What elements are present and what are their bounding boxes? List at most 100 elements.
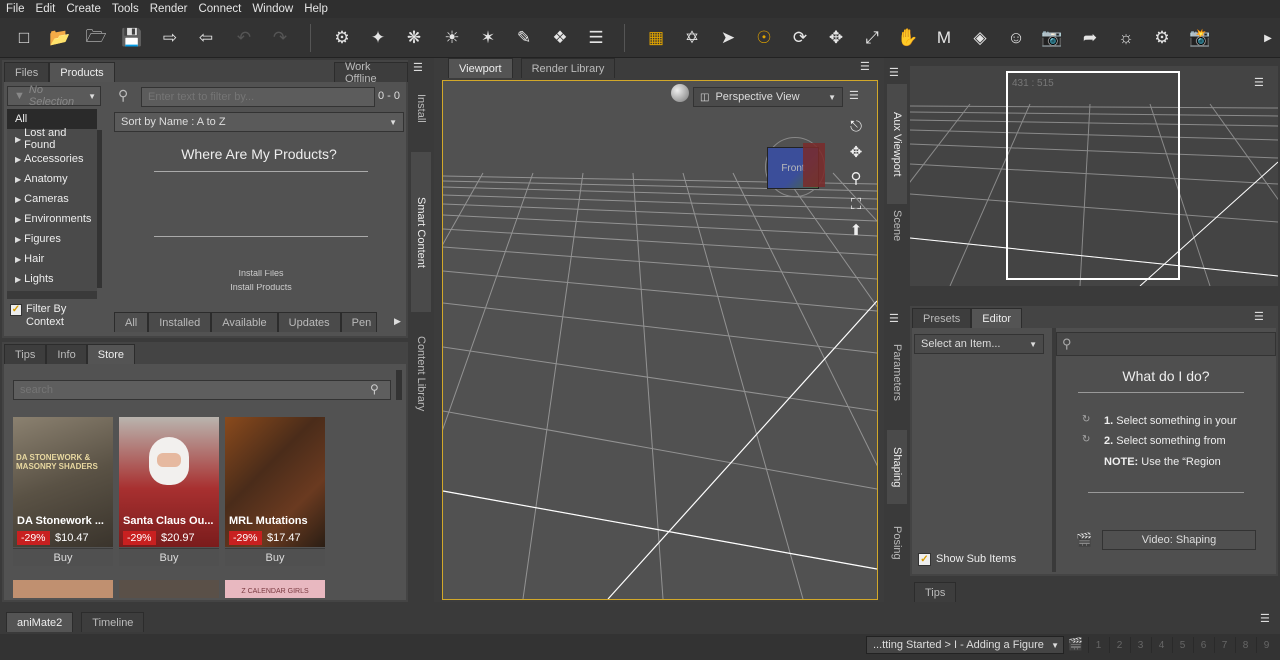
tab-aux-viewport[interactable]: Aux Viewport [887, 84, 907, 204]
tab-products[interactable]: Products [49, 62, 115, 82]
lesson-page-6[interactable]: 6 [1193, 637, 1213, 653]
sort-dropdown[interactable]: Sort by Name : A to Z ▼ [114, 112, 404, 132]
spot-light-icon[interactable]: ✶ [476, 26, 500, 50]
tab-viewport[interactable]: Viewport [448, 58, 513, 78]
menu-connect[interactable]: Connect [198, 3, 241, 15]
product-card[interactable]: MRL Mutations -29% $17.47 [225, 417, 325, 547]
product-card[interactable]: Santa Claus Ou... -29% $20.97 [119, 417, 219, 547]
panel-menu-icon[interactable]: ☰ [413, 61, 429, 75]
product-card[interactable]: DA STONEWORK & MASONRY SHADERS DA Stonew… [13, 417, 113, 547]
frame-icon[interactable]: ⛶ [845, 193, 867, 215]
tab-timeline[interactable]: Timeline [81, 612, 145, 632]
morph-icon[interactable]: M [932, 26, 956, 50]
buy-button[interactable]: Buy [119, 548, 219, 566]
undo-icon[interactable]: ↶ [232, 26, 256, 50]
tab-presets[interactable]: Presets [912, 308, 972, 328]
category-item[interactable]: ▶ Anatomy [7, 169, 97, 189]
save-icon[interactable]: 💾 [120, 26, 144, 50]
install-products-link[interactable]: Install Products [132, 284, 390, 292]
category-item[interactable]: ▶ Hair [7, 249, 97, 269]
figure-setup-icon[interactable]: ☺ [1004, 26, 1028, 50]
export-icon[interactable]: ⇦ [194, 26, 218, 50]
filter-tab-available[interactable]: Available [211, 312, 278, 332]
new-file-icon[interactable]: □ [12, 26, 36, 50]
filter-tab-installed[interactable]: Installed [148, 312, 212, 332]
aux-menu-icon[interactable]: ☰ [1254, 76, 1264, 89]
orbit-icon[interactable]: ✡ [680, 26, 704, 50]
open-file-icon[interactable]: 📂 [48, 26, 72, 50]
tab-info[interactable]: Info [46, 344, 87, 364]
product-card[interactable] [13, 580, 113, 598]
joint-editor-icon[interactable]: ✋ [896, 26, 920, 50]
category-item[interactable]: ▶ Environments [7, 209, 97, 229]
lesson-page-9[interactable]: 9 [1256, 637, 1276, 653]
panel-menu-icon[interactable]: ☰ [889, 312, 899, 325]
lesson-page-8[interactable]: 8 [1235, 637, 1255, 653]
menu-file[interactable]: File [6, 3, 25, 15]
geometry-editor-icon[interactable]: ◈ [968, 26, 992, 50]
render-settings-icon[interactable]: ☼ [1114, 26, 1138, 50]
search-icon[interactable]: ⚲ [370, 382, 379, 396]
tab-animate2[interactable]: aniMate2 [6, 612, 74, 632]
spotlight-icon[interactable]: ✦ [366, 26, 390, 50]
panel-menu-icon[interactable]: ☰ [889, 66, 899, 79]
install-files-link[interactable]: Install Files [132, 270, 390, 278]
render-camera-icon[interactable]: 📸 [1188, 26, 1212, 50]
panel-menu-icon[interactable]: ☰ [1254, 310, 1264, 323]
redo-icon[interactable]: ↷ [268, 26, 292, 50]
tab-smart-content[interactable]: Smart Content [411, 152, 431, 312]
buy-button[interactable]: Buy [225, 548, 325, 566]
category-scrollbar[interactable] [97, 130, 102, 288]
category-hscrollbar[interactable] [7, 291, 97, 299]
product-card[interactable] [119, 580, 219, 598]
chevron-right-icon[interactable]: ▶ [394, 316, 401, 327]
category-item[interactable]: ▶ Lost and Found [7, 127, 97, 151]
camera-icon[interactable]: ✎ [512, 26, 536, 50]
universal-tool-icon[interactable]: ☉ [752, 26, 776, 50]
menu-help[interactable]: Help [304, 3, 328, 15]
view-selector-dropdown[interactable]: ◫ Perspective View ▼ [693, 87, 843, 107]
node-select-icon[interactable]: ➤ [716, 26, 740, 50]
menu-tools[interactable]: Tools [112, 3, 139, 15]
shader-icon[interactable]: ☰ [584, 26, 608, 50]
3d-viewport[interactable]: ◫ Perspective View ▼ ☰ Front ⎋ ✥ ⚲ ⛶ ⬆ [442, 80, 878, 600]
lesson-page-2[interactable]: 2 [1109, 637, 1129, 653]
aux-viewport[interactable]: 431 : 515 ☰ [910, 66, 1278, 286]
lesson-page-3[interactable]: 3 [1130, 637, 1150, 653]
menu-render[interactable]: Render [150, 3, 188, 15]
category-filter-dropdown[interactable]: ▼ No Selection ▼ [7, 84, 101, 108]
pan-camera-icon[interactable]: ✥ [845, 141, 867, 163]
toolbar-overflow-icon[interactable]: ▶ [1258, 26, 1278, 50]
tab-scene[interactable]: Scene [887, 204, 907, 248]
align-icon[interactable]: ❖ [548, 26, 572, 50]
merge-file-icon[interactable]: 🗁 [84, 26, 108, 50]
store-search-input[interactable] [13, 380, 391, 400]
tab-editor[interactable]: Editor [971, 308, 1023, 328]
video-shaping-button[interactable]: Video: Shaping [1102, 530, 1256, 550]
surface-grid-icon[interactable]: ▦ [644, 26, 668, 50]
menu-edit[interactable]: Edit [36, 3, 56, 15]
lesson-dropdown[interactable]: ...tting Started > I - Adding a Figure ▼ [866, 636, 1064, 654]
show-sub-items-checkbox[interactable]: ✓ [918, 553, 931, 566]
filter-tab-all[interactable]: All [114, 312, 149, 332]
tab-install[interactable]: Install [411, 78, 431, 138]
tab-tips-right[interactable]: Tips [914, 582, 957, 602]
tab-files[interactable]: Files [4, 62, 50, 82]
surface-selection-icon[interactable]: ➦ [1078, 26, 1102, 50]
menu-create[interactable]: Create [66, 3, 101, 15]
add-figure-icon[interactable]: ⚙ [330, 26, 354, 50]
rotate-icon[interactable]: ⟳ [788, 26, 812, 50]
orbit-camera-icon[interactable]: ⎋ [845, 115, 867, 137]
render-icon[interactable]: 📷 [1040, 26, 1064, 50]
editor-search-input[interactable] [1056, 332, 1276, 356]
tab-content-library[interactable]: Content Library [411, 314, 431, 434]
zoom-camera-icon[interactable]: ⚲ [845, 167, 867, 189]
lesson-page-7[interactable]: 7 [1214, 637, 1234, 653]
tab-parameters[interactable]: Parameters [887, 332, 907, 412]
tab-store[interactable]: Store [86, 344, 136, 364]
category-item[interactable]: ▶ Accessories [7, 149, 97, 169]
tab-tips[interactable]: Tips [4, 344, 47, 364]
point-light-icon[interactable]: ☀ [440, 26, 464, 50]
lesson-page-4[interactable]: 4 [1151, 637, 1171, 653]
select-item-dropdown[interactable]: Select an Item... ▼ [914, 334, 1044, 354]
